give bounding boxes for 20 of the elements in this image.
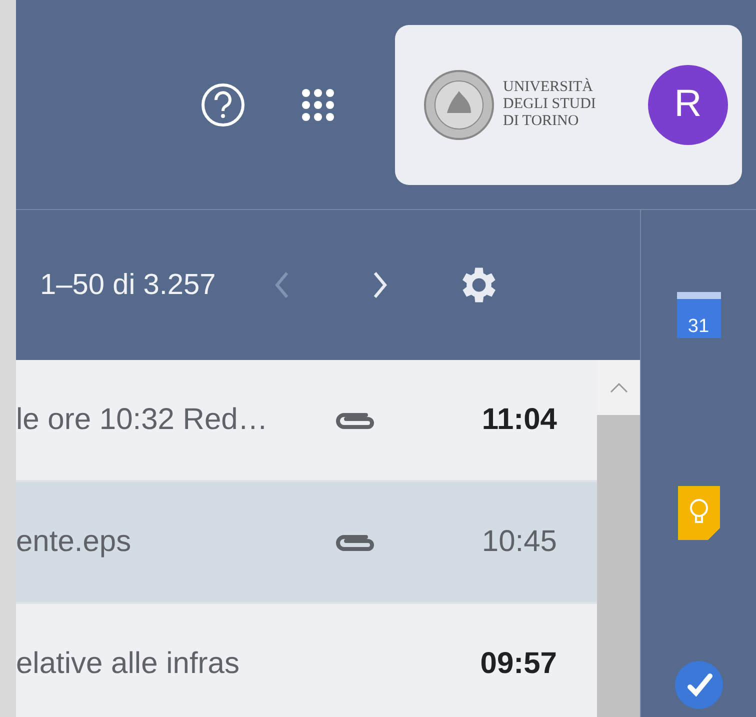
university-seal-icon xyxy=(423,68,495,140)
email-time: 11:04 xyxy=(482,403,557,437)
email-row[interactable]: ente.eps 10:45 xyxy=(16,482,597,604)
lightbulb-note-icon[interactable] xyxy=(678,486,720,540)
apps-grid-icon[interactable] xyxy=(301,88,335,122)
email-time: 09:57 xyxy=(480,647,557,681)
account-card[interactable]: UNIVERSITÀ DEGLI STUDI DI TORINO R xyxy=(395,24,742,184)
university-name-text: UNIVERSITÀ xyxy=(503,79,594,96)
page-count: 1–50 di 3.257 xyxy=(40,268,216,302)
checkmark-icon[interactable] xyxy=(674,660,724,710)
email-snippet: elative alle infras xyxy=(16,647,240,681)
university-name-text: DEGLI STUDI xyxy=(503,96,596,113)
email-snippet: le ore 10:32 Red… xyxy=(16,403,269,437)
next-page-button[interactable] xyxy=(372,270,388,300)
university-name-text: DI TORINO xyxy=(503,113,580,130)
account-avatar[interactable]: R xyxy=(648,64,728,144)
help-icon[interactable] xyxy=(200,82,246,128)
email-snippet: ente.eps xyxy=(16,525,132,559)
email-time: 10:45 xyxy=(482,525,557,559)
calendar-icon[interactable]: 31 xyxy=(676,292,720,338)
